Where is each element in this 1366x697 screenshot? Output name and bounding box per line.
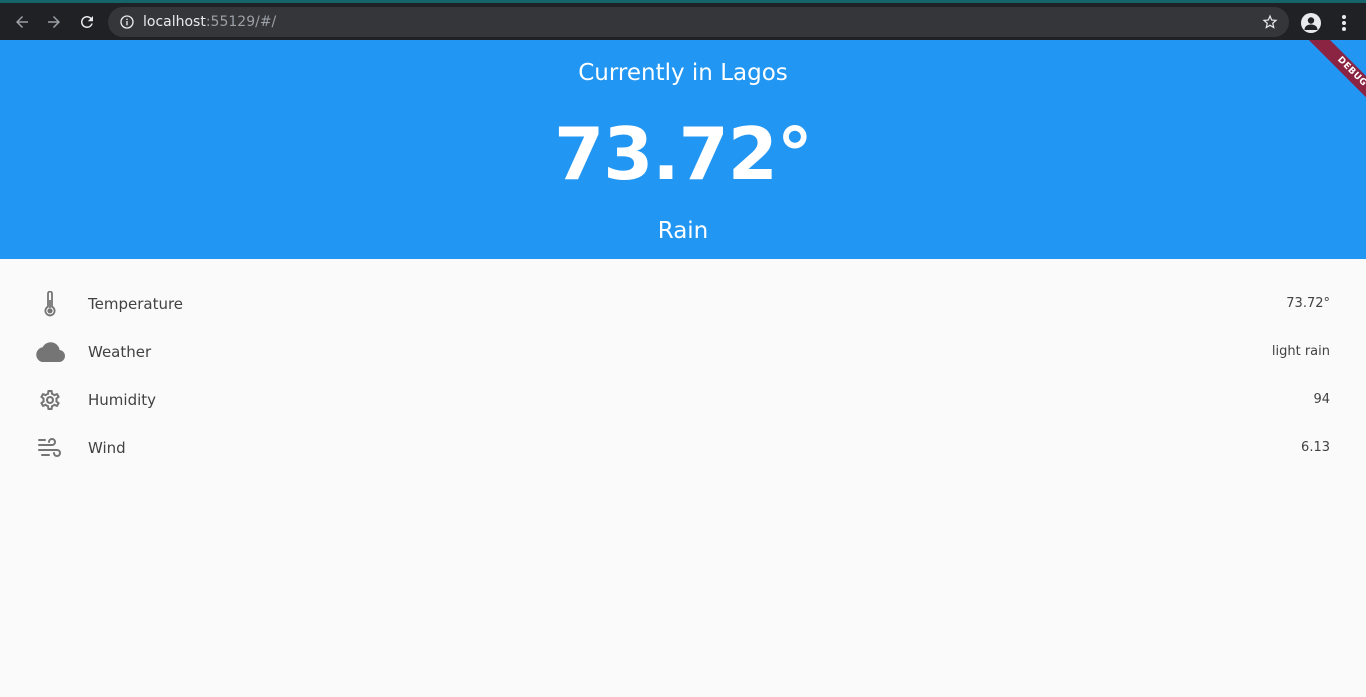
list-item-label: Temperature	[88, 295, 184, 313]
reload-button[interactable]	[73, 8, 101, 36]
list-item-label: Wind	[88, 439, 126, 457]
url-path: :55129/#/	[205, 14, 277, 30]
address-bar[interactable]: localhost:55129/#/	[108, 7, 1289, 37]
current-temperature: 73.72°	[554, 112, 813, 196]
arrow-left-icon	[16, 16, 28, 28]
list-item-wind[interactable]: Wind 6.13	[0, 424, 1366, 472]
list-item-humidity[interactable]: Humidity 94	[0, 376, 1366, 424]
thermometer-icon	[34, 291, 66, 317]
info-icon[interactable]	[119, 14, 135, 30]
weather-condition: Rain	[657, 218, 709, 244]
arrow-right-icon	[48, 16, 60, 28]
list-item-temperature[interactable]: Temperature 73.72°	[0, 280, 1366, 328]
person-icon	[1304, 17, 1318, 30]
list-item-value: 6.13	[1301, 440, 1330, 455]
list-item-label: Weather	[88, 343, 152, 361]
weather-details-list: Temperature 73.72° Weather light rain Hu…	[0, 280, 1366, 472]
wind-icon	[34, 435, 66, 461]
location-title: Currently in Lagos	[578, 60, 788, 86]
cloud-icon	[34, 339, 66, 365]
list-item-value: 73.72°	[1286, 296, 1330, 311]
address-url[interactable]: localhost:55129/#/	[143, 13, 276, 31]
kebab-menu-icon[interactable]	[1336, 12, 1352, 34]
list-item-weather[interactable]: Weather light rain	[0, 328, 1366, 376]
list-item-value: 94	[1313, 392, 1330, 407]
star-icon[interactable]	[1261, 13, 1279, 31]
reload-icon	[81, 15, 93, 28]
browser-toolbar: localhost:55129/#/	[0, 0, 1366, 40]
url-host: localhost	[143, 14, 206, 30]
list-item-label: Humidity	[88, 391, 157, 409]
back-button[interactable]	[8, 8, 36, 36]
list-item-value: light rain	[1271, 344, 1330, 359]
forward-button[interactable]	[40, 8, 68, 36]
profile-icon[interactable]	[1301, 13, 1321, 33]
weather-header: Currently in Lagos 73.72° Rain DEBUG	[0, 40, 1366, 259]
gear-icon	[34, 387, 66, 413]
